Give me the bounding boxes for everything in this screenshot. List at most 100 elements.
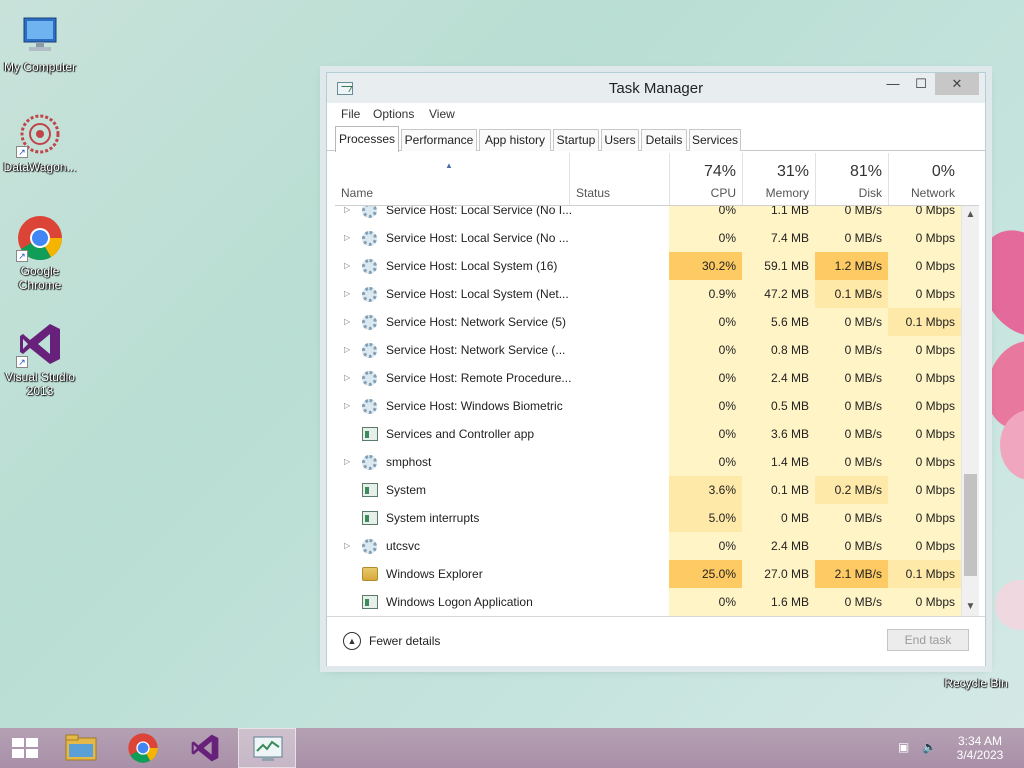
gear-icon xyxy=(362,455,377,470)
gear-icon xyxy=(362,231,377,246)
disk-cell: 0 MB/s xyxy=(815,308,888,336)
volume-icon[interactable]: 🔈 xyxy=(922,740,937,754)
expand-chevron-icon[interactable]: ▷ xyxy=(344,336,350,364)
taskbar-visual-studio[interactable] xyxy=(176,728,234,768)
taskbar-chrome[interactable] xyxy=(114,728,172,768)
expand-chevron-icon[interactable]: ▷ xyxy=(344,532,350,560)
fewer-details-link[interactable]: Fewer details xyxy=(369,634,440,648)
gear-icon xyxy=(362,206,377,218)
disk-cell: 0.2 MB/s xyxy=(815,476,888,504)
memory-cell: 3.6 MB xyxy=(742,420,815,448)
memory-cell: 0 MB xyxy=(742,504,815,532)
chrome-icon: ↗ xyxy=(16,214,64,262)
desktop-icon-label: Recycle Bin xyxy=(944,676,1008,690)
memory-total-percent: 31% xyxy=(776,163,809,180)
taskbar-task-manager[interactable] xyxy=(238,728,296,768)
process-row[interactable]: ▷ smphost 0% 1.4 MB 0 MB/s 0 Mbps xyxy=(335,448,961,476)
cpu-cell: 0% xyxy=(669,308,742,336)
vertical-scrollbar[interactable]: ▲ ▼ xyxy=(961,206,979,616)
process-name-cell: ▷ Service Host: Local Service (No ... xyxy=(335,224,669,252)
process-row[interactable]: System interrupts 5.0% 0 MB 0 MB/s 0 Mbps xyxy=(335,504,961,532)
process-name-cell: System xyxy=(335,476,669,504)
process-row[interactable]: ▷ Service Host: Windows Biometric 0% 0.5 MB… xyxy=(335,392,961,420)
expand-chevron-icon[interactable]: ▷ xyxy=(344,448,350,476)
desktop-icon-my-computer[interactable]: My Computer xyxy=(0,10,80,74)
process-name-cell: ▷ Service Host: Local System (16) xyxy=(335,252,669,280)
column-status[interactable]: Status xyxy=(569,153,669,205)
chevron-up-circle-icon[interactable]: ▲ xyxy=(343,632,361,650)
start-button[interactable] xyxy=(0,728,58,768)
clock[interactable]: 3:34 AM 3/4/2023 xyxy=(952,734,1008,762)
menu-view[interactable]: View xyxy=(429,107,455,121)
expand-chevron-icon[interactable]: ▷ xyxy=(344,206,350,224)
cpu-cell: 0% xyxy=(669,392,742,420)
close-button[interactable]: ✕ xyxy=(935,73,979,95)
tab-processes[interactable]: Processes xyxy=(335,126,399,152)
expand-chevron-icon[interactable]: ▷ xyxy=(344,252,350,280)
maximize-button[interactable]: ☐ xyxy=(907,73,935,95)
process-row[interactable]: ▷ Service Host: Local System (16) 30.2% 59.… xyxy=(335,252,961,280)
tab-startup[interactable]: Startup xyxy=(553,129,599,151)
computer-icon xyxy=(16,10,64,58)
process-row[interactable]: Windows Logon Application 0% 1.6 MB 0 MB/s 0… xyxy=(335,588,961,616)
process-name: System xyxy=(386,483,427,497)
process-row[interactable]: Services and Controller app 0% 3.6 MB 0 MB/… xyxy=(335,420,961,448)
process-name: Service Host: Network Service (5) xyxy=(386,315,567,329)
process-name: Services and Controller app xyxy=(386,427,535,441)
menu-file[interactable]: File xyxy=(341,107,360,121)
expand-chevron-icon[interactable]: ▷ xyxy=(344,280,350,308)
network-cell: 0 Mbps xyxy=(888,252,961,280)
process-row[interactable]: ▷ Service Host: Local Service (No I... 0% 1… xyxy=(335,206,961,224)
expand-chevron-icon[interactable]: ▷ xyxy=(344,392,350,420)
end-task-button[interactable]: End task xyxy=(887,629,969,651)
process-row[interactable]: ▷ Service Host: Local Service (No ... 0% 7.… xyxy=(335,224,961,252)
expand-chevron-icon[interactable]: ▷ xyxy=(344,308,350,336)
taskbar-file-explorer[interactable] xyxy=(52,728,110,768)
scroll-up-icon[interactable]: ▲ xyxy=(962,206,979,224)
process-row[interactable]: System 3.6% 0.1 MB 0.2 MB/s 0 Mbps xyxy=(335,476,961,504)
disk-cell: 0 MB/s xyxy=(815,532,888,560)
process-name-cell: ▷ Service Host: Network Service (... xyxy=(335,336,669,364)
expand-chevron-icon[interactable]: ▷ xyxy=(344,364,350,392)
network-cell: 0.1 Mbps xyxy=(888,560,961,588)
process-row[interactable]: ▷ Service Host: Network Service (... 0% 0.8… xyxy=(335,336,961,364)
tab-details[interactable]: Details xyxy=(641,129,687,151)
column-name-label: Name xyxy=(341,186,374,200)
process-row[interactable]: ▷ utcsvc 0% 2.4 MB 0 MB/s 0 Mbps xyxy=(335,532,961,560)
column-cpu[interactable]: 74% CPU xyxy=(669,153,742,205)
tab-users[interactable]: Users xyxy=(601,129,639,151)
scrollbar-thumb[interactable] xyxy=(964,474,977,576)
memory-cell: 1.1 MB xyxy=(742,206,815,224)
minimize-button[interactable]: — xyxy=(879,73,907,95)
scroll-down-icon[interactable]: ▼ xyxy=(962,598,979,616)
title-bar[interactable]: Task Manager — ☐ ✕ xyxy=(327,73,985,103)
app-window-icon xyxy=(362,483,378,497)
tab-services[interactable]: Services xyxy=(689,129,741,151)
menu-options[interactable]: Options xyxy=(373,107,414,121)
expand-chevron-icon[interactable]: ▷ xyxy=(344,224,350,252)
cpu-cell: 0.9% xyxy=(669,280,742,308)
column-network-label: Network xyxy=(910,186,955,200)
process-row[interactable]: ▷ Service Host: Network Service (5) 0% 5.6 … xyxy=(335,308,961,336)
tab-app-history[interactable]: App history xyxy=(479,129,551,151)
disk-cell: 0 MB/s xyxy=(815,420,888,448)
network-icon[interactable]: ▣ xyxy=(898,740,909,754)
tab-performance[interactable]: Performance xyxy=(401,129,477,151)
visual-studio-icon xyxy=(191,734,219,762)
process-row[interactable]: ▷ Service Host: Local System (Net... 0.9% 4… xyxy=(335,280,961,308)
cpu-cell: 0% xyxy=(669,206,742,224)
process-name: Windows Logon Application xyxy=(386,595,533,609)
column-name[interactable]: ▲ Name xyxy=(335,153,569,205)
column-memory[interactable]: 31% Memory xyxy=(742,153,815,205)
network-cell: 0 Mbps xyxy=(888,392,961,420)
column-disk[interactable]: 81% Disk xyxy=(815,153,888,205)
folder-icon xyxy=(65,734,97,761)
process-name-cell: ▷ Service Host: Remote Procedure... xyxy=(335,364,669,392)
desktop-icon-google-chrome[interactable]: ↗ Google Chrome xyxy=(0,214,80,292)
desktop-icon-datawagon[interactable]: ↗ DataWagon... xyxy=(0,110,80,174)
process-row[interactable]: ▷ Service Host: Remote Procedure... 0% 2.4 … xyxy=(335,364,961,392)
process-row[interactable]: Windows Explorer 25.0% 27.0 MB 2.1 MB/s 0.1 … xyxy=(335,560,961,588)
desktop-icon-visual-studio[interactable]: ↗ Visual Studio 2013 xyxy=(0,320,80,398)
column-network[interactable]: 0% Network xyxy=(888,153,961,205)
network-cell: 0 Mbps xyxy=(888,364,961,392)
